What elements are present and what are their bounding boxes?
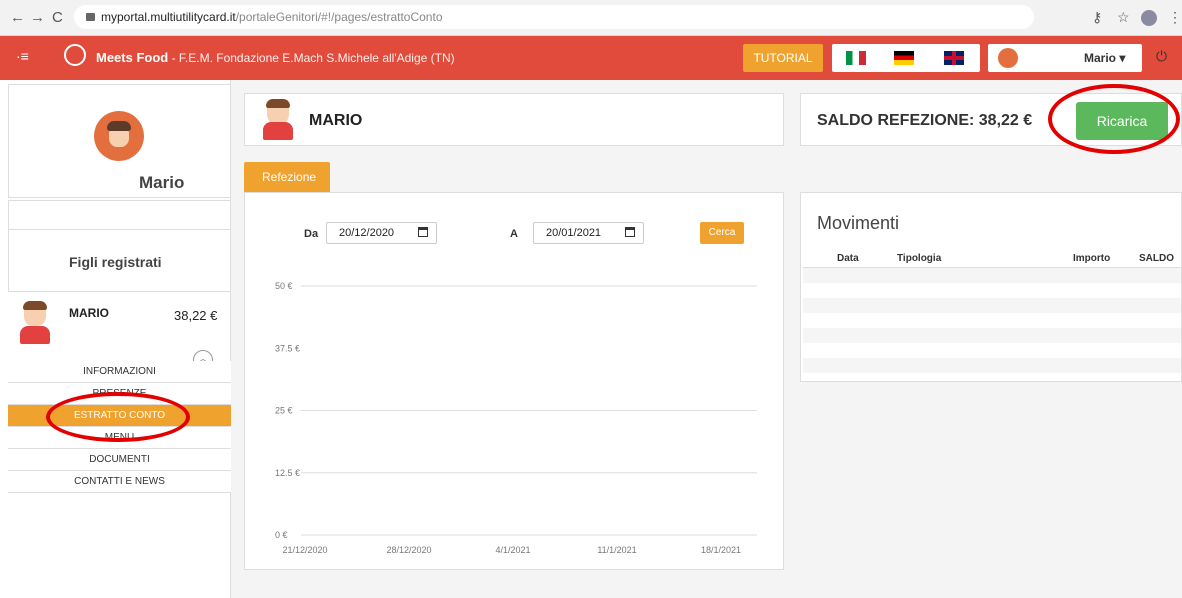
- logo-icon: [64, 44, 86, 66]
- kebab-menu-icon[interactable]: ⋮: [1168, 9, 1182, 26]
- children-header: Figli registrati: [8, 230, 231, 292]
- tab-refezione[interactable]: Refezione: [244, 162, 330, 192]
- x-tick-label: 28/12/2020: [386, 545, 431, 555]
- child-name: MARIO: [69, 306, 109, 320]
- annotation-circle-statement: [46, 392, 190, 442]
- url-path: /portaleGenitori/#!/pages/estrattoConto: [235, 10, 443, 24]
- children-title: Figli registrati: [69, 254, 162, 270]
- column-header-data[interactable]: Data: [837, 253, 859, 264]
- x-tick-label: 11/1/2021: [597, 545, 636, 555]
- url-host: myportal.multiutilitycard.it: [101, 10, 236, 24]
- address-bar[interactable]: myportal.multiutilitycard.it/portaleGeni…: [74, 5, 1034, 29]
- x-tick-label: 4/1/2021: [495, 545, 530, 555]
- x-tick-label: 21/12/2020: [282, 545, 327, 555]
- movements-title: Movimenti: [817, 213, 900, 233]
- movements-card: Movimenti Data Tipologia Importo SALDO: [800, 192, 1182, 382]
- chart-card: Da 20/12/2020 A 20/01/2021 Cerca 0 €12.5…: [244, 192, 784, 570]
- student-card: MARIO: [244, 93, 784, 146]
- redacted-surname: [367, 110, 467, 132]
- user-name: Mario ▾: [1084, 51, 1126, 65]
- hamburger-menu-icon[interactable]: ·≡: [16, 48, 29, 64]
- logout-power-icon[interactable]: ⏻: [1156, 48, 1167, 65]
- reload-icon[interactable]: C: [52, 9, 63, 26]
- table-row: [803, 328, 1181, 343]
- balance-label: SALDO REFEZIONE: 38,22 €: [817, 112, 1033, 129]
- column-header-saldo[interactable]: SALDO: [1139, 253, 1174, 264]
- profile-avatar: [94, 111, 144, 161]
- profile-name: Mario: [139, 173, 185, 192]
- annotation-circle-recharge: [1048, 84, 1180, 154]
- menu-item-informazioni[interactable]: INFORMAZIONI: [8, 361, 231, 383]
- flag-uk-icon[interactable]: [944, 51, 964, 65]
- y-tick-label: 12.5 €: [275, 468, 300, 478]
- app-header: ·≡ Meets Food - F.E.M. Fondazione E.Mach…: [0, 36, 1182, 80]
- profile-card: Mario: [8, 84, 231, 198]
- table-row: [803, 358, 1181, 373]
- y-tick-label: 50 €: [275, 281, 293, 291]
- x-tick-label: 18/1/2021: [701, 545, 741, 555]
- column-header-importo[interactable]: Importo: [1073, 253, 1110, 264]
- user-avatar: [998, 48, 1018, 68]
- table-row: [803, 298, 1181, 313]
- profile-separator: [8, 200, 231, 230]
- browser-toolbar: ← → C myportal.multiutilitycard.it/porta…: [0, 0, 1182, 36]
- tutorial-button[interactable]: TUTORIAL: [743, 44, 823, 72]
- child-entry[interactable]: MARIO 38,22 €: [8, 298, 231, 356]
- menu-item-contatti-e-news[interactable]: CONTATTI E NEWS: [8, 471, 231, 493]
- balance-chart: 0 € 12.5 € 25 € 37.5 € 50 € 21/12/2020 28/12/2…: [275, 281, 759, 555]
- table-row: [803, 268, 1181, 283]
- bookmark-star-icon[interactable]: ☆: [1117, 9, 1130, 26]
- language-selector: [832, 44, 980, 72]
- y-tick-label: 37.5 €: [275, 343, 300, 353]
- menu-item-documenti[interactable]: DOCUMENTI: [8, 449, 231, 471]
- child-balance: 38,22 €: [174, 308, 218, 323]
- student-avatar: [263, 99, 293, 140]
- student-name: MARIO: [309, 112, 363, 129]
- y-tick-label: 0 €: [275, 530, 288, 540]
- brand-title: Meets Food - F.E.M. Fondazione E.Mach S.…: [96, 50, 455, 65]
- flag-italy-icon[interactable]: [846, 51, 866, 65]
- back-arrow-icon[interactable]: ←: [10, 9, 25, 26]
- forward-arrow-icon[interactable]: →: [30, 9, 45, 26]
- lock-icon: [86, 12, 95, 21]
- key-icon[interactable]: ⚷: [1092, 9, 1102, 26]
- profile-icon[interactable]: [1141, 10, 1157, 26]
- sidebar: Mario Figli registrati MARIO 38,22 € ︿ I…: [0, 80, 231, 598]
- user-menu[interactable]: Mario ▾: [988, 44, 1142, 72]
- column-header-tipologia[interactable]: Tipologia: [897, 253, 941, 264]
- flag-germany-icon[interactable]: [894, 51, 914, 65]
- child-avatar: [20, 301, 50, 346]
- chart-overlay-band: [299, 321, 759, 349]
- y-tick-label: 25 €: [275, 406, 293, 416]
